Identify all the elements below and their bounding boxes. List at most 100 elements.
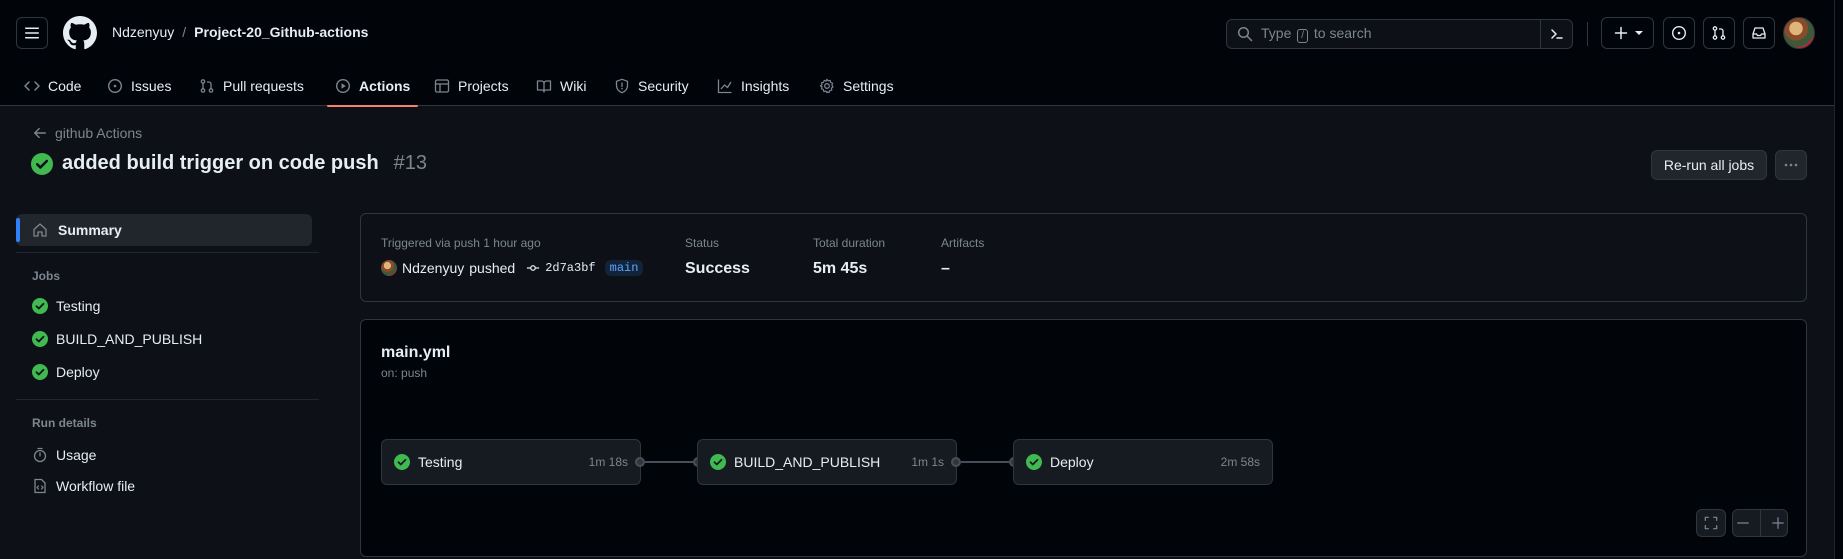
graph-icon [717, 79, 732, 94]
trigger-text: Triggered via push 1 hour ago [381, 236, 541, 250]
search-shortcut-key: / [1297, 29, 1309, 43]
search-placeholder-suffix: to search [1313, 25, 1372, 41]
graph-job-name: BUILD_AND_PUBLISH [734, 454, 881, 470]
inbox-button[interactable] [1743, 17, 1775, 49]
graph-job-duration: 2m 58s [1220, 455, 1260, 469]
tab-code[interactable]: Code [16, 66, 89, 106]
graph-job-testing[interactable]: Testing 1m 18s [381, 439, 641, 485]
command-palette-button[interactable] [1540, 20, 1572, 48]
check-circle-icon [32, 364, 48, 380]
book-icon [536, 80, 552, 93]
zoom-in-icon[interactable] [1771, 516, 1785, 530]
graph-connector-dot [635, 457, 645, 467]
actor-avatar[interactable] [381, 260, 397, 276]
workflow-file-name: main.yml [381, 344, 451, 361]
tab-issues-label: Issues [131, 78, 172, 94]
rerun-all-jobs-button[interactable]: Re-run all jobs [1651, 150, 1767, 180]
window-scrollbar[interactable] [1834, 0, 1843, 559]
graph-job-name: Deploy [1050, 454, 1094, 470]
graph-connector-line [961, 461, 1009, 463]
tab-issues[interactable]: Issues [99, 66, 179, 106]
issue-opened-icon [1671, 25, 1687, 41]
check-circle-icon [32, 331, 48, 347]
back-to-workflow-link[interactable]: github Actions [33, 125, 142, 141]
commit-sha[interactable]: 2d7a3bf [545, 261, 595, 275]
check-circle-icon [1026, 454, 1042, 470]
breadcrumb: Ndzenyuy / Project-20_Github-actions [112, 24, 368, 40]
sidebar-divider [16, 399, 319, 400]
search-input[interactable]: Type / to search [1226, 19, 1573, 49]
graph-job-duration: 1m 1s [911, 455, 944, 469]
tab-insights[interactable]: Insights [709, 66, 797, 106]
search-placeholder-prefix: Type [1261, 25, 1292, 41]
pull-request-icon [200, 79, 214, 93]
duration-label: Total duration [813, 236, 886, 250]
git-pull-request-icon [1712, 26, 1726, 40]
sidebar-item-workflow-file[interactable]: Workflow file [32, 478, 135, 494]
tab-wiki-label: Wiki [560, 78, 587, 94]
user-avatar[interactable] [1783, 17, 1815, 49]
gear-icon [819, 78, 834, 94]
plus-icon [1614, 26, 1627, 40]
sidebar-divider [16, 252, 319, 253]
tab-wiki[interactable]: Wiki [528, 66, 594, 106]
graph-connector-line [645, 461, 693, 463]
sidebar-usage-label: Usage [56, 447, 97, 463]
branch-label[interactable]: main [604, 260, 644, 276]
sidebar-jobs-heading: Jobs [32, 269, 61, 283]
artifacts-field: Artifacts – [941, 236, 984, 278]
graph-zoom-controls [1732, 509, 1788, 537]
issues-header-button[interactable] [1663, 17, 1695, 49]
breadcrumb-owner[interactable]: Ndzenyuy [112, 24, 174, 40]
graph-job-deploy[interactable]: Deploy 2m 58s [1013, 439, 1273, 485]
sidebar-item-job-deploy[interactable]: Deploy [32, 364, 100, 380]
zoom-out-icon[interactable] [1736, 516, 1750, 530]
tab-pull-requests-label: Pull requests [223, 78, 304, 94]
search-placeholder: Type / to search [1261, 25, 1372, 43]
push-info: Ndzenyuy pushed 2d7a3bf main [381, 260, 644, 276]
duration-value[interactable]: 5m 45s [813, 260, 885, 278]
status-field: Status Success [685, 236, 750, 278]
more-options-button[interactable] [1775, 150, 1807, 180]
graph-job-duration: 1m 18s [588, 455, 628, 469]
file-code-icon [34, 478, 46, 494]
artifacts-value: – [941, 260, 950, 277]
code-icon [24, 81, 40, 91]
breadcrumb-separator: / [182, 24, 187, 40]
sidebar-job-label: BUILD_AND_PUBLISH [56, 331, 203, 347]
graph-job-build-and-publish[interactable]: BUILD_AND_PUBLISH 1m 1s [697, 439, 957, 485]
run-summary-card: Triggered via push 1 hour ago Ndzenyuy p… [360, 213, 1807, 302]
actor-name[interactable]: Ndzenyuy [402, 260, 464, 276]
status-label: Status [685, 236, 720, 250]
tab-security[interactable]: Security [606, 66, 697, 106]
sidebar-item-job-testing[interactable]: Testing [32, 298, 100, 314]
status-value: Success [685, 260, 750, 277]
tab-settings-label: Settings [843, 78, 894, 94]
tab-actions[interactable]: Actions [327, 66, 419, 107]
breadcrumb-repo[interactable]: Project-20_Github-actions [194, 24, 368, 40]
shield-icon [615, 78, 629, 94]
sidebar-workflow-file-label: Workflow file [56, 478, 136, 494]
check-circle-icon [32, 298, 48, 314]
table-icon [434, 79, 450, 93]
zoom-divider [1759, 510, 1761, 536]
header-divider [1587, 22, 1588, 46]
terminal-icon [1550, 29, 1563, 39]
sidebar-item-job-build-and-publish[interactable]: BUILD_AND_PUBLISH [32, 331, 202, 347]
tab-settings[interactable]: Settings [811, 66, 902, 106]
tab-pull-requests[interactable]: Pull requests [191, 66, 312, 106]
github-logo-icon[interactable] [63, 16, 97, 50]
check-circle-icon [710, 454, 726, 470]
pull-requests-header-button[interactable] [1703, 17, 1735, 49]
graph-fullscreen-button[interactable] [1696, 509, 1726, 537]
create-new-button[interactable] [1601, 17, 1654, 49]
inbox-icon [1752, 27, 1766, 39]
run-title-text: added build trigger on code push [62, 152, 379, 174]
search-icon [1237, 26, 1253, 42]
header-row: Ndzenyuy / Project-20_Github-actions Typ… [0, 0, 1843, 66]
sidebar-item-summary[interactable]: Summary [16, 214, 312, 246]
tab-projects[interactable]: Projects [426, 66, 517, 106]
menu-button[interactable] [16, 17, 48, 49]
sidebar-item-usage[interactable]: Usage [32, 447, 96, 463]
caret-down-icon [1634, 31, 1643, 35]
